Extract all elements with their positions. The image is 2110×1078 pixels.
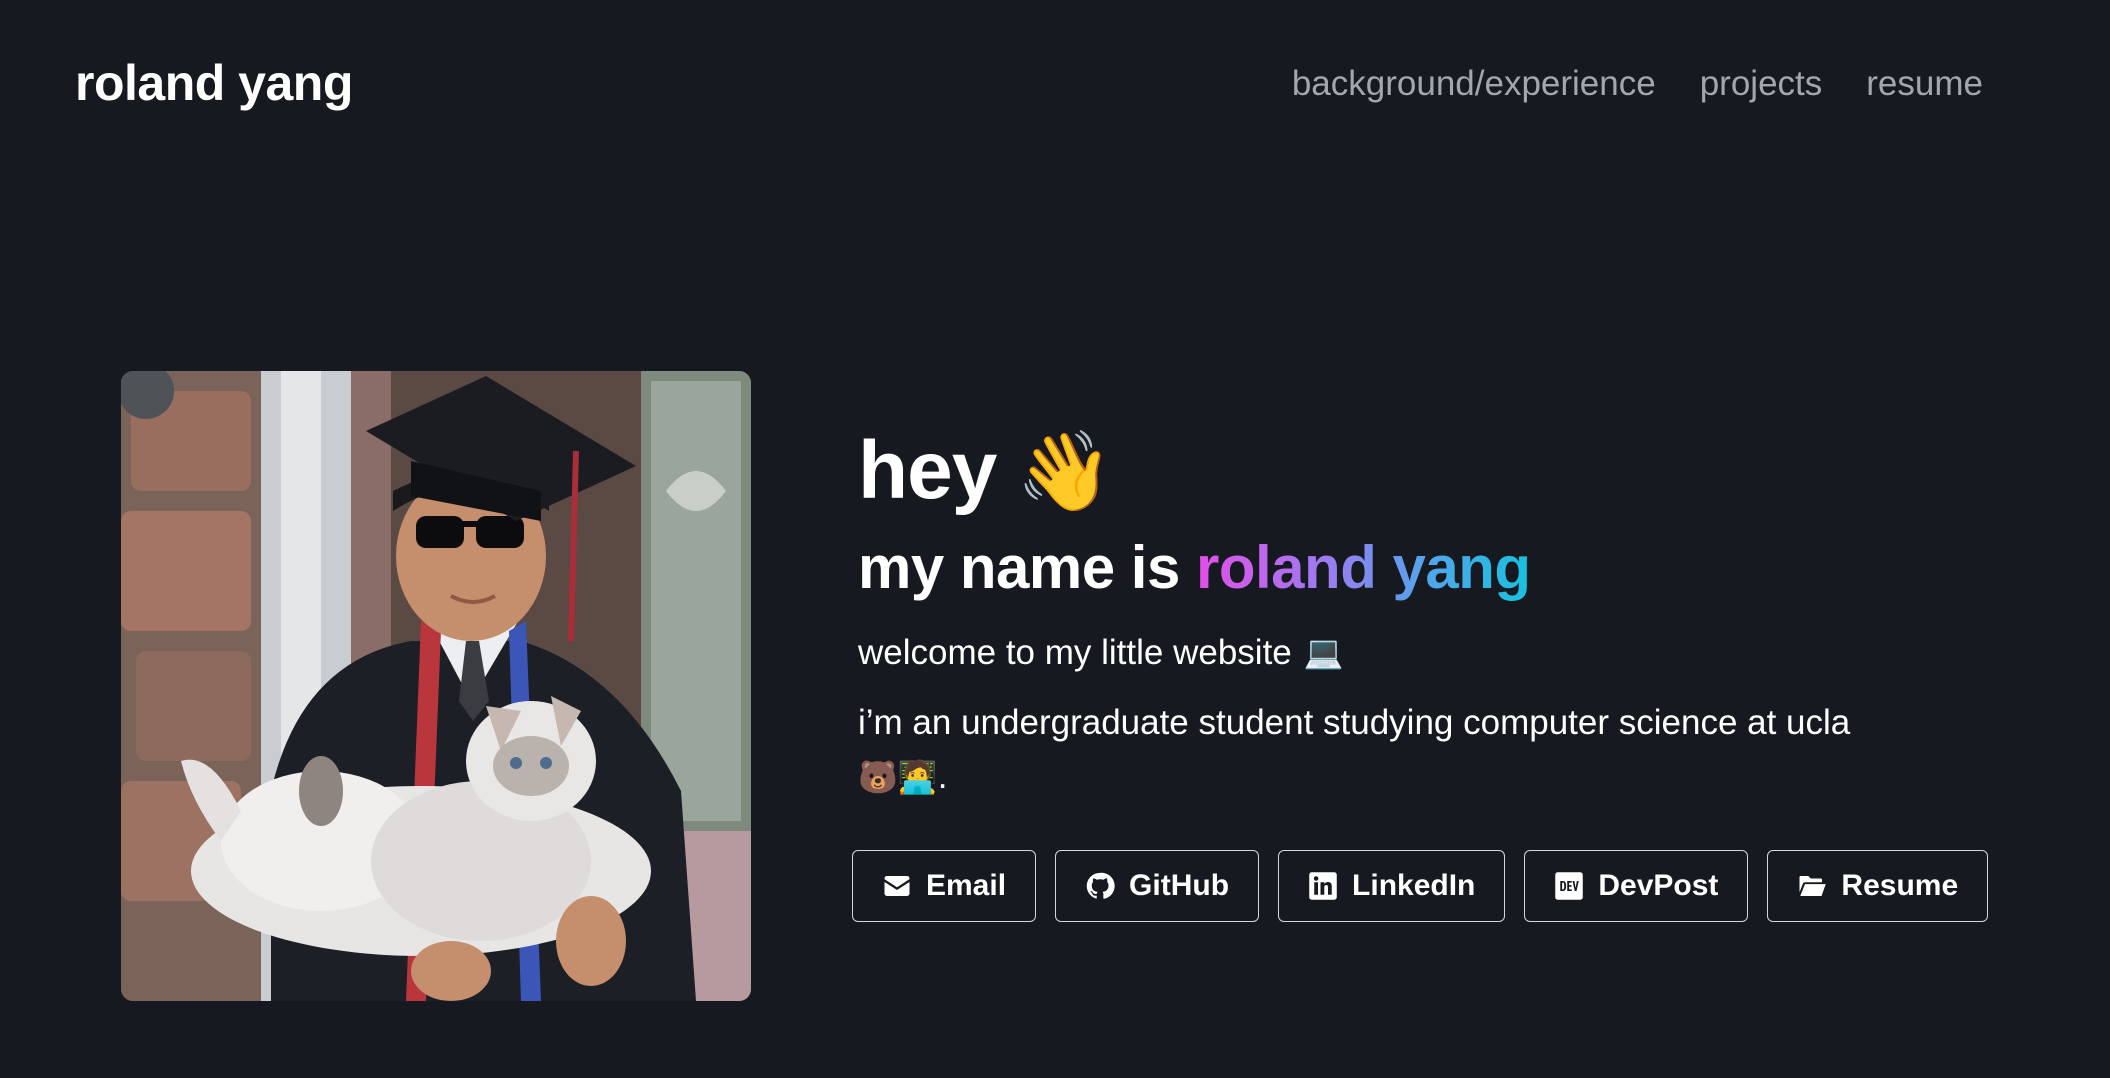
folder-open-icon [1799,876,1827,896]
linkedin-button[interactable]: LinkedIn [1278,850,1506,922]
greeting-heading: hey 👋 [858,430,2008,512]
bio-label: i’m an undergraduate student studying co… [858,702,1851,742]
name-prefix: my name is [858,534,1180,601]
nav-link-resume[interactable]: resume [1866,66,1983,101]
devpost-button-label: DevPost [1598,869,1719,902]
profile-photo [121,371,751,1001]
devpost-button[interactable]: DevPost [1524,850,1749,922]
name-gradient: roland yang [1196,534,1531,601]
linkedin-icon [1309,872,1337,900]
profile-photo-illustration [121,371,751,1001]
github-button[interactable]: GitHub [1055,850,1260,922]
waving-hand-icon: 👋 [1016,427,1113,515]
bio-text: i’m an undergraduate student studying co… [858,696,1938,805]
github-button-label: GitHub [1129,869,1230,902]
bio-period: . [937,756,948,796]
welcome-text: welcome to my little website 💻 [858,630,2008,676]
email-button-label: Email [926,869,1007,902]
bear-technologist-icon: 🐻🧑‍💻 [858,758,938,795]
envelope-icon [884,876,910,896]
email-button[interactable]: Email [852,850,1037,922]
resume-button[interactable]: Resume [1767,850,1989,922]
contact-buttons: Email GitHub LinkedIn DevPost Resume [852,850,1989,922]
github-icon [1086,872,1115,899]
resume-button-label: Resume [1841,869,1959,902]
top-nav: background/experience projects resume [1292,66,1983,101]
first-name: roland [1196,534,1377,601]
devpost-icon [1555,872,1584,900]
linkedin-button-label: LinkedIn [1352,869,1476,902]
welcome-label: welcome to my little website [858,633,1292,672]
name-heading: my name is roland yang [858,538,2008,598]
intro: hey 👋 my name is roland yang welcome to … [858,430,2008,804]
nav-link-projects[interactable]: projects [1700,66,1823,101]
page: roland yang background/experience projec… [0,0,2110,1078]
site-brand[interactable]: roland yang [75,58,353,108]
greeting-text: hey [858,425,997,516]
last-name: yang [1392,534,1531,601]
nav-link-background-experience[interactable]: background/experience [1292,66,1656,101]
laptop-icon: 💻 [1303,633,1344,670]
